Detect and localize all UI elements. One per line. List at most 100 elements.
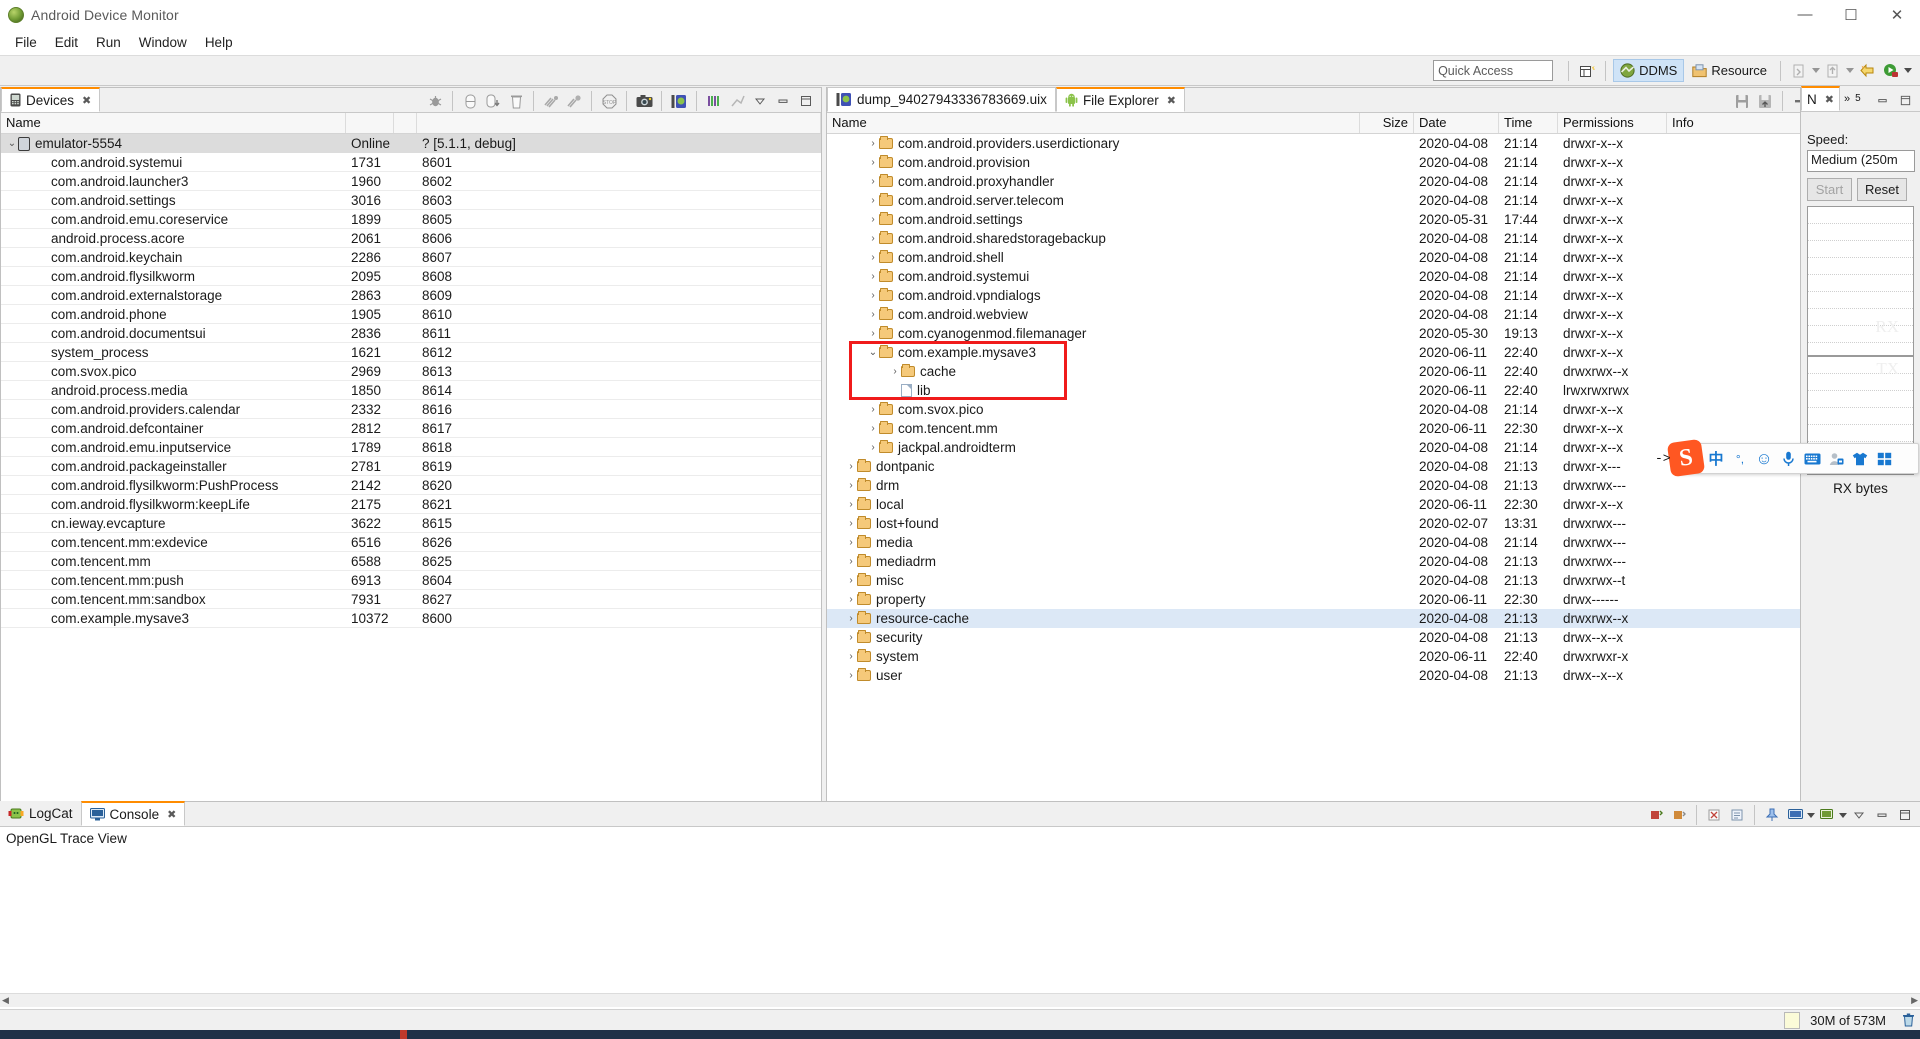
push-file-icon[interactable] [1754,90,1776,112]
file-row[interactable]: › com.tencent.mm 2020-06-11 22:30 drwxr-x--x [827,419,1919,438]
col-fe-time[interactable]: Time [1499,113,1558,133]
sogou-ime-toolbar[interactable]: S 中 °, ☺ [1666,438,1919,478]
file-row[interactable]: › com.svox.pico 2020-04-08 21:14 drwxr-x--x [827,400,1919,419]
file-row[interactable]: › drm 2020-04-08 21:13 drwxrwx--- [827,476,1919,495]
process-row[interactable]: com.android.packageinstaller 2781 8619 [1,457,821,476]
process-row[interactable]: com.tencent.mm 6588 8625 [1,552,821,571]
expand-twisty[interactable]: › [867,252,879,263]
heap-status[interactable]: 30M of 573M [1784,1011,1920,1030]
file-row[interactable]: › lost+found 2020-02-07 13:31 drwxrwx--- [827,514,1919,533]
expand-twisty[interactable]: › [845,556,857,567]
process-row[interactable]: com.android.documentsui 2836 8611 [1,324,821,343]
start-button[interactable]: Start [1807,178,1852,201]
device-dump-icon[interactable] [668,90,690,112]
file-row[interactable]: › system 2020-06-11 22:40 drwxrwxr-x [827,647,1919,666]
hierarchy-icon[interactable] [726,90,748,112]
process-row[interactable]: com.tencent.mm:sandbox 7931 8627 [1,590,821,609]
file-row[interactable]: › mediadrm 2020-04-08 21:13 drwxrwx--- [827,552,1919,571]
expand-twisty[interactable]: › [867,290,879,301]
process-row[interactable]: com.android.keychain 2286 8607 [1,248,821,267]
new-perspective-icon[interactable] [1576,60,1598,82]
expand-twisty[interactable]: › [845,613,857,624]
open-console-icon[interactable] [1816,804,1838,826]
expand-twisty[interactable]: › [867,309,879,320]
expand-twisty[interactable]: › [867,214,879,225]
expand-twisty[interactable]: › [845,537,857,548]
export-icon[interactable] [1822,60,1844,82]
stop-icon[interactable]: STOP [598,90,620,112]
col-name[interactable]: Name [1,113,346,133]
process-row[interactable]: android.process.acore 2061 8606 [1,229,821,248]
menu-help[interactable]: Help [196,32,242,53]
expand-twisty[interactable]: › [867,328,879,339]
file-row[interactable]: › resource-cache 2020-04-08 21:13 drwxrwx--x [827,609,1919,628]
file-row[interactable]: › com.android.vpndialogs 2020-04-08 21:14 dr… [827,286,1919,305]
file-row[interactable]: › com.android.proxyhandler 2020-04-08 21:14… [827,172,1919,191]
screen-capture-icon[interactable] [633,90,655,112]
process-row[interactable]: com.tencent.mm:push 6913 8604 [1,571,821,590]
expand-twisty[interactable]: › [845,461,857,472]
expand-twisty[interactable]: › [845,594,857,605]
close-button[interactable]: ✕ [1874,0,1920,29]
perspective-ddms[interactable]: DDMS [1613,59,1685,82]
process-row[interactable]: com.android.settings 3016 8603 [1,191,821,210]
file-row[interactable]: › com.cyanogenmod.filemanager 2020-05-30 19… [827,324,1919,343]
method-profiling-icon[interactable] [563,90,585,112]
file-row[interactable]: › misc 2020-04-08 21:13 drwxrwx--t [827,571,1919,590]
display-selected-caret[interactable] [1807,812,1815,818]
sogou-logo-icon[interactable]: S [1666,438,1706,478]
import-dropdown-caret[interactable] [1812,68,1820,73]
expand-twisty[interactable]: › [867,404,879,415]
tab-uix-dump[interactable]: dump_94027943336783669.uix [827,87,1056,112]
close-icon[interactable]: ✖ [1167,94,1176,107]
minimize-panel-icon[interactable] [1871,804,1893,826]
new-icon[interactable] [1856,60,1878,82]
scroll-lock-icon[interactable] [1726,804,1748,826]
process-row[interactable]: system_process 1621 8612 [1,343,821,362]
process-row[interactable]: com.android.providers.calendar 2332 8616 [1,400,821,419]
expand-twisty[interactable]: › [845,632,857,643]
run-dropdown-caret[interactable] [1904,68,1912,73]
process-row[interactable]: com.svox.pico 2969 8613 [1,362,821,381]
scroll-right-arrow[interactable]: ▶ [1911,995,1918,1006]
expand-twisty[interactable]: › [889,366,901,377]
expand-twisty[interactable]: › [867,176,879,187]
process-row[interactable]: com.android.phone 1905 8610 [1,305,821,324]
maximize-panel-icon[interactable] [795,90,817,112]
maximize-button[interactable]: ☐ [1828,0,1874,29]
menu-run[interactable]: Run [87,32,130,53]
expand-twisty[interactable]: › [867,195,879,206]
speed-select[interactable]: Medium (250m [1807,150,1915,172]
file-row[interactable]: › cache 2020-06-11 22:40 drwxrwx--x [827,362,1919,381]
language-toggle[interactable]: 中 [1707,448,1725,469]
reset-button[interactable]: Reset [1857,178,1907,201]
toolbox-icon[interactable] [1875,452,1893,466]
expand-twisty[interactable]: › [867,423,879,434]
open-console-caret[interactable] [1839,812,1847,818]
run-icon[interactable] [1880,60,1902,82]
punctuation-toggle[interactable]: °, [1731,452,1749,466]
file-row[interactable]: › com.android.settings 2020-05-31 17:44 drwx… [827,210,1919,229]
pull-file-icon[interactable] [1731,90,1753,112]
tab-file-explorer[interactable]: File Explorer ✖ [1055,87,1185,112]
file-row[interactable]: › property 2020-06-11 22:30 drwx------ [827,590,1919,609]
maximize-panel-icon[interactable] [1894,89,1916,111]
heap-update-icon[interactable] [482,90,504,112]
file-row[interactable]: › security 2020-04-08 21:13 drwx--x--x [827,628,1919,647]
debug-icon[interactable] [424,90,446,112]
col-fe-size[interactable]: Size [1360,113,1414,133]
file-row[interactable]: › com.android.shell 2020-04-08 21:14 drwxr-x… [827,248,1919,267]
tab-network[interactable]: N ✖ [1801,86,1840,111]
expand-twisty[interactable]: › [845,480,857,491]
expand-twisty[interactable]: ⌄ [867,347,879,358]
expand-twisty[interactable]: › [845,518,857,529]
file-row[interactable]: › com.android.server.telecom 2020-04-08 21:… [827,191,1919,210]
menu-file[interactable]: File [6,32,46,53]
col-fe-name[interactable]: Name [827,113,1360,133]
process-row[interactable]: com.android.systemui 1731 8601 [1,153,821,172]
col-fe-date[interactable]: Date [1414,113,1499,133]
expand-twisty[interactable]: › [867,233,879,244]
process-row[interactable]: com.android.emu.inputservice 1789 8618 [1,438,821,457]
pin-icon[interactable] [1761,804,1783,826]
expand-twisty[interactable]: ⌄ [6,138,18,149]
